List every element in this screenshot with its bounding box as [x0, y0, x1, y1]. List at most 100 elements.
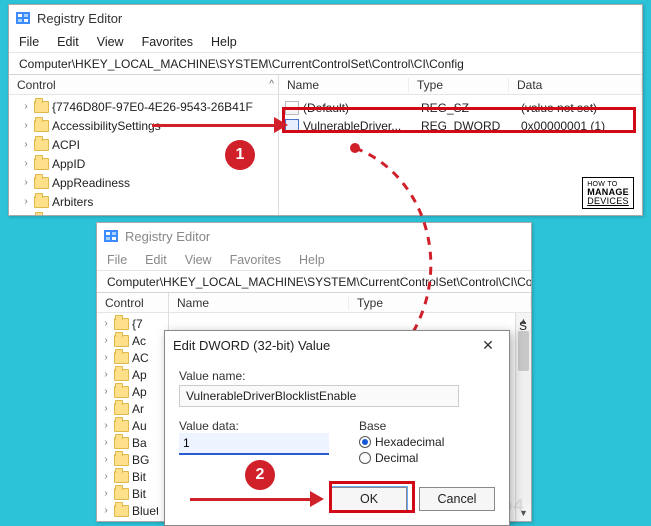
- tree-label: AC: [132, 351, 149, 365]
- value-data: 0x00000001 (1): [521, 119, 642, 133]
- edit-dword-dialog: Edit DWORD (32-bit) Value ✕ Value name: …: [164, 330, 510, 526]
- regedit-icon: [103, 228, 119, 244]
- col-type[interactable]: Type: [409, 78, 509, 92]
- cancel-button[interactable]: Cancel: [419, 487, 495, 511]
- col-data[interactable]: Data: [509, 78, 642, 92]
- value-row[interactable]: (Default)REG_SZ(value not set): [279, 99, 642, 117]
- radio-icon: [359, 452, 371, 464]
- folder-icon: [114, 386, 129, 398]
- value-row[interactable]: VulnerableDriver...REG_DWORD0x00000001 (…: [279, 117, 642, 135]
- tree-header[interactable]: Control ^: [9, 75, 278, 95]
- value-name-field[interactable]: VulnerableDriverBlocklistEnable: [179, 385, 459, 407]
- tree-item[interactable]: ›Ba: [101, 434, 168, 451]
- registry-path: Computer\HKEY_LOCAL_MACHINE\SYSTEM\Curre…: [19, 57, 464, 71]
- menu-help[interactable]: Help: [299, 253, 325, 267]
- chevron-right-icon: ›: [101, 352, 111, 363]
- tree-label: AccessibilitySettings: [52, 119, 161, 133]
- dialog-titlebar[interactable]: Edit DWORD (32-bit) Value ✕: [165, 331, 509, 359]
- folder-icon: [34, 196, 49, 208]
- tree-item[interactable]: ›AutoAttachVirtualDisks: [21, 211, 278, 215]
- tree-header[interactable]: Control: [97, 293, 168, 313]
- brand-badge: HOW TO MANAGE DEVICES: [582, 177, 634, 209]
- folder-icon: [114, 454, 129, 466]
- chevron-right-icon: ›: [101, 437, 111, 448]
- tree-label: AppID: [52, 157, 85, 171]
- label-base: Base: [359, 419, 444, 433]
- folder-icon: [114, 505, 129, 517]
- chevron-right-icon: ›: [101, 505, 111, 516]
- tree-item[interactable]: ›Ar: [101, 400, 168, 417]
- sort-icon: ^: [269, 79, 274, 90]
- folder-icon: [114, 488, 129, 500]
- col-name[interactable]: Name: [279, 78, 409, 92]
- chevron-right-icon: ›: [21, 101, 31, 112]
- ok-button[interactable]: OK: [331, 487, 407, 511]
- radio-hexadecimal[interactable]: Hexadecimal: [359, 435, 444, 449]
- values-grid[interactable]: Name Type Data (Default)REG_SZ(value not…: [279, 75, 642, 215]
- chevron-right-icon: ›: [21, 196, 31, 207]
- tree-item[interactable]: ›{7746D80F-97E0-4E26-9543-26B41F: [21, 97, 278, 116]
- label-value-data: Value data:: [179, 419, 329, 433]
- menu-file[interactable]: File: [19, 35, 39, 49]
- tree-item[interactable]: › Bluetooth: [101, 502, 168, 519]
- close-icon[interactable]: ✕: [475, 337, 501, 354]
- address-bar[interactable]: Computer\HKEY_LOCAL_MACHINE\SYSTEM\Curre…: [9, 53, 642, 75]
- radio-decimal[interactable]: Decimal: [359, 451, 444, 465]
- chevron-right-icon: ›: [101, 335, 111, 346]
- tree-item[interactable]: ›{7: [101, 315, 168, 332]
- tree-label: Ac: [132, 334, 146, 348]
- tree-label: Bluetooth: [132, 504, 158, 518]
- tree-item[interactable]: › Ac: [101, 332, 168, 349]
- menu-favorites[interactable]: Favorites: [230, 253, 281, 267]
- tree-label: AppReadiness: [52, 176, 130, 190]
- tree-item[interactable]: › Au: [101, 417, 168, 434]
- menu-view[interactable]: View: [185, 253, 212, 267]
- tree-label: Bit: [132, 487, 146, 501]
- menu-file[interactable]: File: [107, 253, 127, 267]
- folder-icon: [114, 403, 129, 415]
- arrow-1-line: [152, 124, 274, 127]
- chevron-right-icon: ›: [101, 454, 111, 465]
- value-name: (Default): [303, 101, 421, 115]
- tree-panel[interactable]: Control ›{7›Ac›AC›Ap›Ap›Ar›Au›Ba›BG›Bit›…: [97, 293, 169, 521]
- tree-label: ACPI: [52, 138, 80, 152]
- menu-favorites[interactable]: Favorites: [142, 35, 193, 49]
- value-type-icon: [285, 101, 299, 115]
- chevron-right-icon: ›: [101, 420, 111, 431]
- chevron-right-icon: ›: [101, 369, 111, 380]
- col-name[interactable]: Name: [169, 296, 349, 310]
- arrow-2-line: [190, 498, 310, 501]
- folder-icon: [114, 437, 129, 449]
- menu-edit[interactable]: Edit: [57, 35, 79, 49]
- arrow-2-head: [310, 491, 324, 507]
- tree-item[interactable]: ›Ap: [101, 366, 168, 383]
- arrow-1-head: [274, 117, 288, 133]
- tree-label: Ap: [132, 385, 147, 399]
- folder-icon: [34, 158, 49, 170]
- titlebar[interactable]: Registry Editor: [9, 5, 642, 31]
- regedit-icon: [15, 10, 31, 26]
- registry-editor-window-1: Registry Editor File Edit View Favorites…: [8, 4, 643, 216]
- address-bar[interactable]: Computer\HKEY_LOCAL_MACHINE\SYSTEM\Curre…: [97, 271, 531, 293]
- folder-icon: [34, 139, 49, 151]
- tree-item[interactable]: ›Bit: [101, 468, 168, 485]
- chevron-right-icon: ›: [101, 471, 111, 482]
- tree-item[interactable]: ›AppReadiness: [21, 173, 278, 192]
- folder-icon: [114, 369, 129, 381]
- tree-item[interactable]: › Bit: [101, 485, 168, 502]
- titlebar[interactable]: Registry Editor: [97, 223, 531, 249]
- tree-item[interactable]: › AC: [101, 349, 168, 366]
- value-data-input[interactable]: [179, 433, 329, 455]
- tree-item[interactable]: › Arbiters: [21, 192, 278, 211]
- tree-item[interactable]: ›Ap: [101, 383, 168, 400]
- chevron-right-icon: ›: [21, 139, 31, 150]
- menu-view[interactable]: View: [97, 35, 124, 49]
- tree-label: Arbiters: [52, 195, 93, 209]
- chevron-right-icon: ›: [101, 488, 111, 499]
- menubar: File Edit View Favorites Help: [9, 31, 642, 53]
- tree-label: Au: [132, 419, 147, 433]
- menu-edit[interactable]: Edit: [145, 253, 167, 267]
- menu-help[interactable]: Help: [211, 35, 237, 49]
- col-type[interactable]: Type: [349, 296, 531, 310]
- tree-item[interactable]: ›BG: [101, 451, 168, 468]
